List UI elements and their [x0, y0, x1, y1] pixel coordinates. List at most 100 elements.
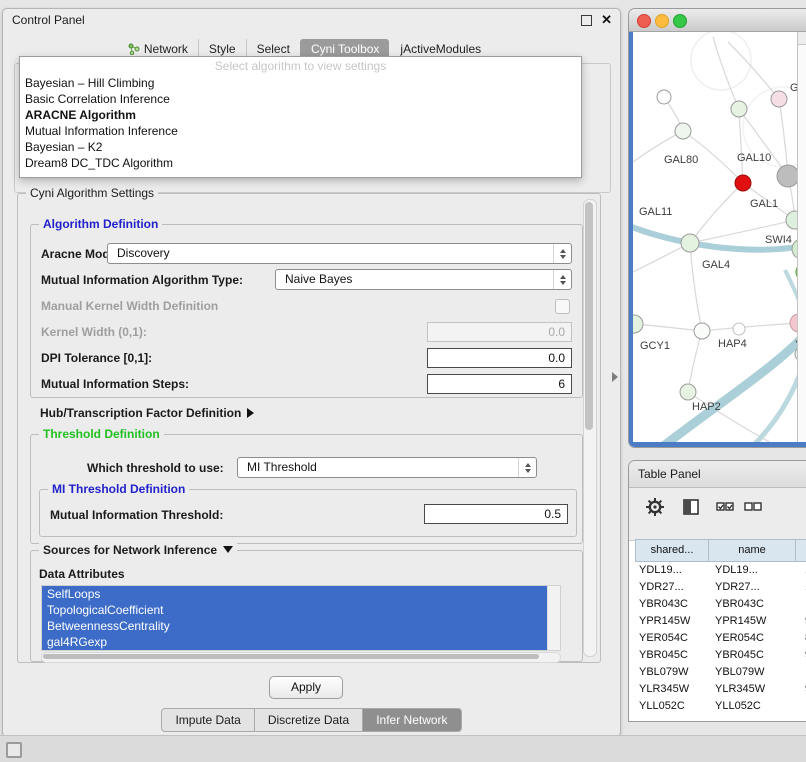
column-header[interactable]: shared... [635, 540, 708, 561]
kernel-width-field[interactable]: 0.0 [427, 322, 572, 342]
algorithm-option[interactable]: Mutual Information Inference [20, 123, 581, 139]
apply-button[interactable]: Apply [269, 676, 343, 699]
algorithm-definition-title: Algorithm Definition [39, 217, 162, 231]
table-row[interactable]: YER054CYER054C8. [635, 630, 806, 647]
threshold-definition-title: Threshold Definition [39, 427, 164, 441]
attribute-list-vscrollbar[interactable] [547, 586, 560, 650]
table-row[interactable]: YLR345WYLR345W9. [635, 681, 806, 698]
table-row[interactable]: YBL079WYBL079W [635, 664, 806, 681]
table-row[interactable]: YPR145WYPR145W9. [635, 613, 806, 630]
select-all-icon[interactable] [715, 497, 735, 517]
mi-steps-label: Mutual Information Steps: [41, 377, 189, 391]
bottom-status-bar [0, 735, 806, 762]
list-item[interactable]: gal4RGexp [42, 634, 548, 650]
screen: Control Panel ✕ Network Style Select Cyn… [0, 0, 806, 762]
manual-kernel-label: Manual Kernel Width Definition [41, 299, 218, 313]
tab-infer-network[interactable]: Infer Network [363, 708, 461, 732]
scroll-up-button[interactable] [798, 32, 806, 45]
panel-splitter-handle[interactable] [612, 372, 618, 382]
tab-network-label: Network [144, 42, 188, 56]
mi-type-select[interactable]: Naive Bayes [275, 269, 572, 290]
column-header[interactable]: name [708, 540, 795, 561]
hub-definition-toggle[interactable]: Hub/Transcription Factor Definition [40, 406, 254, 420]
combo-arrows-icon [553, 244, 571, 263]
mi-threshold-group-title: MI Threshold Definition [48, 482, 189, 496]
column-icon[interactable] [681, 497, 701, 517]
sources-group: Sources for Network Inference Data Attri… [30, 550, 583, 662]
which-threshold-select[interactable]: MI Threshold [237, 457, 537, 478]
expanded-arrow-icon [223, 546, 233, 553]
which-threshold-label: Which threshold to use: [87, 461, 224, 475]
node-label: GAL4 [702, 259, 730, 271]
attribute-list-hscrollbar-thumb[interactable] [43, 654, 539, 659]
sources-group-title[interactable]: Sources for Network Inference [39, 543, 237, 557]
deselect-all-icon[interactable] [743, 497, 763, 517]
algorithm-option[interactable]: Bayesian – Hill Climbing [20, 75, 581, 91]
panel-toggle-icon[interactable] [6, 742, 22, 758]
network-view-window: GAL GAL80 GAL10 GAL11 GAL1 SWI4 GAL4 GCY… [628, 8, 806, 448]
algorithm-dropdown-list: Select algorithm to view settings Bayesi… [19, 56, 582, 178]
close-traffic-light-icon[interactable] [637, 14, 651, 28]
table-panel-title: Table Panel [638, 467, 701, 481]
minimize-traffic-light-icon[interactable] [655, 14, 669, 28]
restore-icon[interactable] [581, 15, 592, 26]
network-icon [128, 43, 140, 55]
settings-scrollbar-thumb[interactable] [585, 202, 593, 430]
node-label: HAP2 [692, 401, 721, 413]
table-row[interactable]: YLL052CYLL052C [635, 698, 806, 715]
control-panel-window: Control Panel ✕ Network Style Select Cyn… [2, 8, 621, 737]
mi-threshold-field[interactable]: 0.5 [424, 504, 568, 524]
data-attributes-list[interactable]: SelfLoops TopologicalCoefficient Between… [41, 585, 561, 651]
table-row[interactable]: YDR27...YDR27...12 [635, 579, 806, 596]
tab-discretize-data[interactable]: Discretize Data [255, 708, 363, 732]
tab-impute-data[interactable]: Impute Data [161, 708, 254, 732]
network-window-titlebar[interactable] [629, 9, 806, 32]
network-vscrollbar[interactable] [797, 32, 806, 442]
dpi-tolerance-label: DPI Tolerance [0,1]: [41, 351, 152, 365]
collapsed-arrow-icon [247, 408, 254, 418]
table-toolbar [629, 488, 806, 541]
control-panel-titlebar[interactable]: Control Panel ✕ [3, 9, 620, 31]
algorithm-definition-group: Algorithm Definition Aracne Mode: Discov… [30, 224, 583, 398]
settings-group-title: Cyni Algorithm Settings [26, 186, 158, 200]
gear-icon[interactable] [645, 497, 665, 517]
table-row[interactable]: YBR045CYBR045C9. [635, 647, 806, 664]
window-title: Control Panel [12, 13, 85, 27]
table-row[interactable]: YBR043CYBR043C [635, 596, 806, 613]
table-panel-window: Table Panel [628, 460, 806, 722]
dropdown-placeholder: Select algorithm to view settings [20, 57, 581, 75]
table-row[interactable]: YDL19...YDL19...13 [635, 562, 806, 579]
table-panel-titlebar[interactable]: Table Panel [629, 461, 806, 488]
attribute-list-hscrollbar[interactable] [41, 652, 561, 663]
list-item[interactable]: TopologicalCoefficient [42, 602, 548, 618]
combo-arrows-icon [553, 270, 571, 289]
zoom-traffic-light-icon[interactable] [673, 14, 687, 28]
network-canvas[interactable]: GAL GAL80 GAL10 GAL11 GAL1 SWI4 GAL4 GCY… [629, 32, 806, 447]
list-item[interactable]: SelfLoops [42, 586, 548, 602]
combo-arrows-icon [518, 458, 536, 477]
node-table: shared... name YDL19...YDL19...13 YDR27.… [635, 539, 806, 721]
column-header[interactable] [795, 540, 806, 561]
threshold-definition-group: Threshold Definition Which threshold to … [30, 434, 583, 544]
mi-steps-field[interactable]: 6 [427, 374, 572, 394]
close-icon[interactable]: ✕ [601, 14, 612, 26]
node-label: GAL11 [639, 206, 672, 218]
node-label: GCY1 [640, 340, 670, 352]
node-label: GAL1 [750, 198, 778, 210]
cyni-algorithm-settings-group: Cyni Algorithm Settings Algorithm Defini… [17, 193, 601, 663]
algorithm-option[interactable]: Basic Correlation Inference [20, 91, 581, 107]
aracne-mode-select[interactable]: Discovery [107, 243, 572, 264]
node-label: GAL10 [737, 152, 771, 164]
settings-scrollbar[interactable] [583, 199, 597, 657]
algorithm-option[interactable]: Dream8 DC_TDC Algorithm [20, 155, 581, 171]
algorithm-option-selected[interactable]: ARACNE Algorithm [20, 107, 581, 123]
bottom-tabbar: Impute Data Discretize Data Infer Networ… [3, 708, 620, 732]
dpi-tolerance-field[interactable]: 0.0 [427, 348, 572, 368]
mi-threshold-label: Mutual Information Threshold: [50, 508, 223, 522]
mi-type-label: Mutual Information Algorithm Type: [41, 273, 243, 287]
algorithm-option[interactable]: Bayesian – K2 [20, 139, 581, 155]
table-header-row: shared... name [635, 539, 806, 562]
list-item[interactable]: BetweennessCentrality [42, 618, 548, 634]
manual-kernel-checkbox[interactable] [555, 299, 570, 314]
data-attributes-label: Data Attributes [39, 567, 125, 581]
